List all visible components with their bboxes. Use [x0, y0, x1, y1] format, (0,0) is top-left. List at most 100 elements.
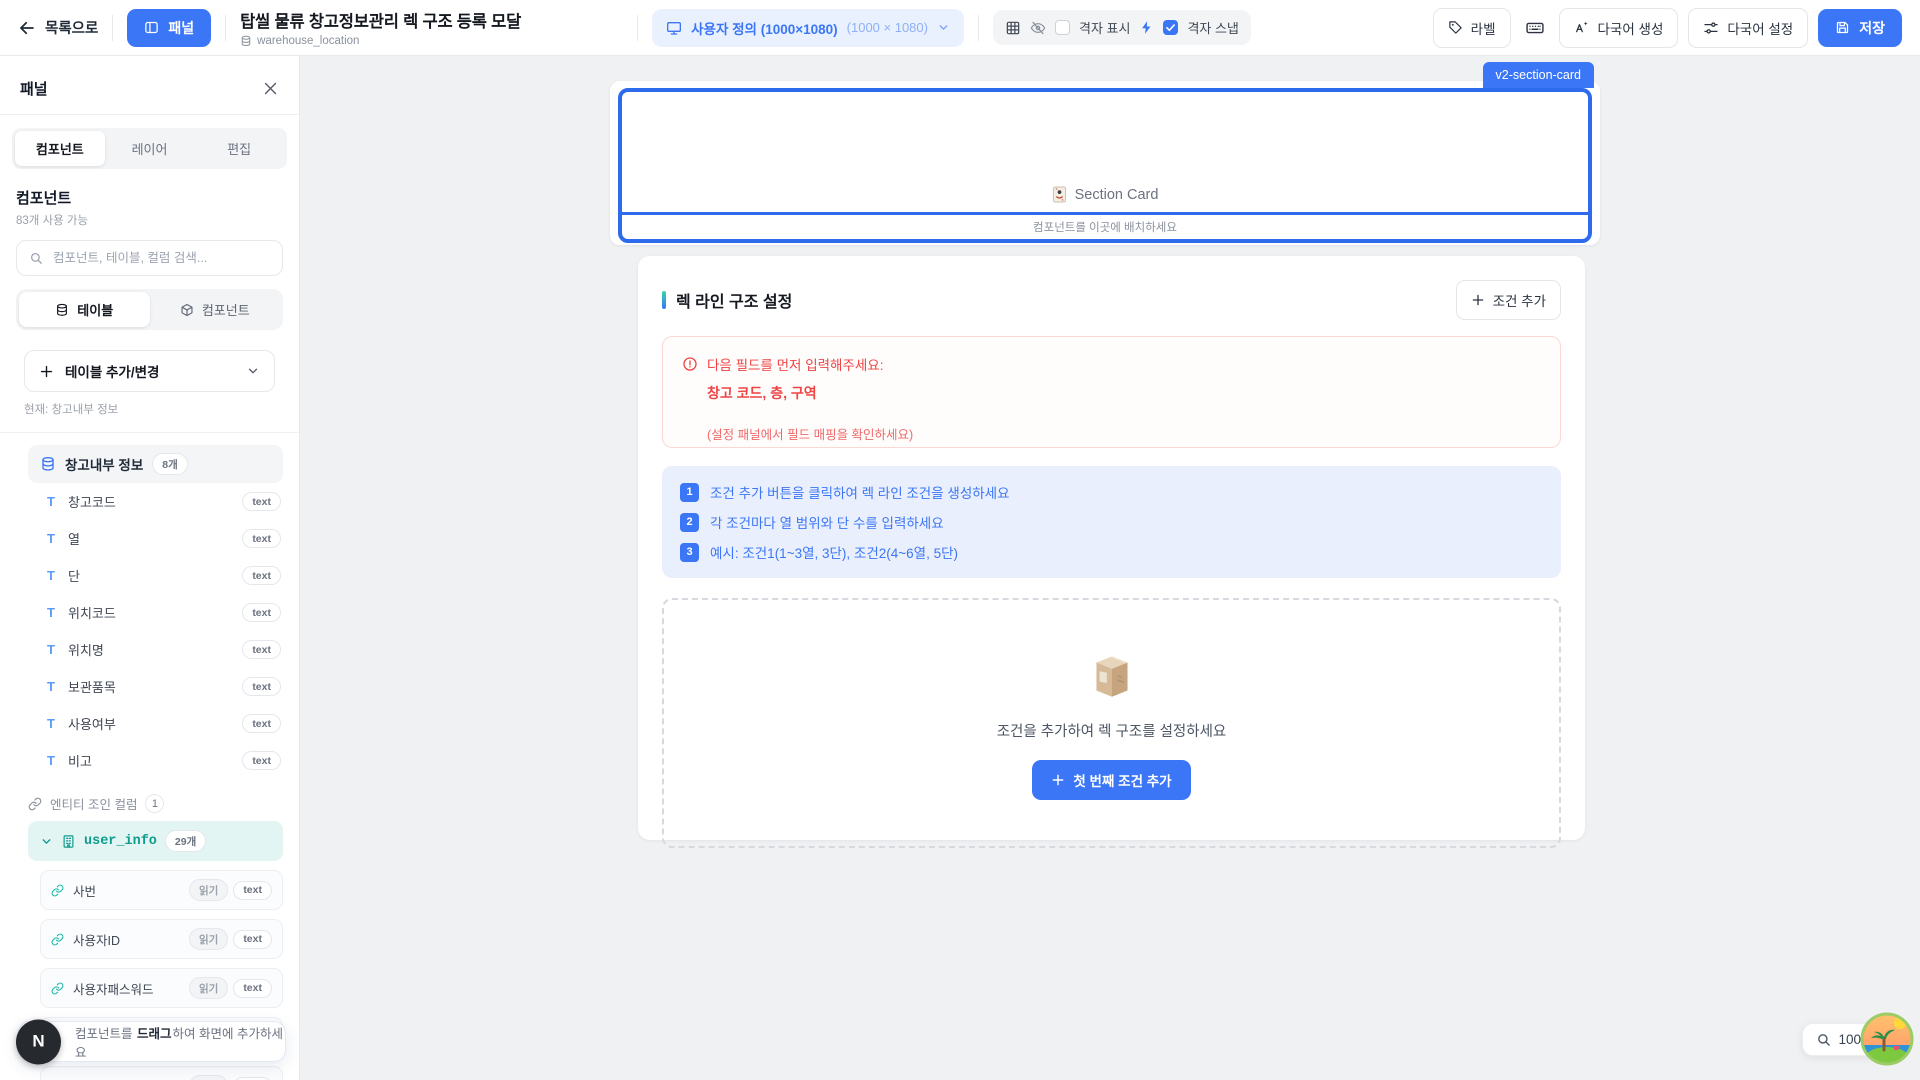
current-table-label: 현재: 창고내부 정보 [24, 401, 275, 417]
section-card-body[interactable]: Section Card [622, 92, 1588, 212]
toggle-tables[interactable]: 테이블 [19, 292, 150, 327]
warning-required-fields: 창고 코드, 층, 구역 [707, 383, 1541, 403]
empty-state-message: 조건을 추가하여 렉 구조를 설정하세요 [997, 720, 1227, 741]
island-helper-icon[interactable] [1860, 1012, 1914, 1066]
accent-bar [662, 291, 666, 309]
text-field-icon: T [44, 642, 58, 657]
chevron-down-icon [937, 21, 950, 34]
field-type-badge: text [233, 1077, 272, 1080]
components-section-header: 컴포넌트 83개 사용 가능 [0, 169, 299, 228]
package-icon [180, 303, 194, 317]
field-type-badge: text [242, 751, 281, 770]
text-field-icon: T [44, 716, 58, 731]
join-field-item[interactable]: 사번 읽기text [40, 870, 283, 910]
search-input[interactable] [51, 250, 270, 266]
field-type-badge: text [242, 640, 281, 659]
save-button[interactable]: 저장 [1818, 9, 1902, 47]
join-field-item[interactable]: 사용자패스워드 읽기text [40, 968, 283, 1008]
field-type-badge: text [242, 603, 281, 622]
section-card-component[interactable]: v2-section-card Section Card 컴포넌트를 이곳에 배… [610, 81, 1600, 245]
divider [637, 15, 638, 41]
text-field-icon: T [44, 531, 58, 546]
design-canvas[interactable]: v2-section-card Section Card 컴포넌트를 이곳에 배… [300, 56, 1920, 1080]
divider [978, 15, 979, 41]
source-toggle: 테이블 컴포넌트 [16, 289, 283, 330]
field-type-badge: text [242, 529, 281, 548]
step-number-badge: 2 [680, 513, 699, 532]
access-badge: 읽기 [189, 928, 228, 950]
viewport-size-value: (1000 × 1080) [847, 20, 928, 35]
grid-show-checkbox[interactable] [1055, 20, 1070, 35]
rack-card-title: 렉 라인 구조 설정 [676, 288, 792, 312]
instruction-steps: 1 조건 추가 버튼을 클릭하여 렉 라인 조건을 생성하세요 2 각 조건마다… [662, 466, 1561, 578]
add-condition-button[interactable]: 조건 추가 [1456, 280, 1561, 320]
close-icon[interactable] [262, 80, 279, 97]
selection-outline: Section Card 컴포넌트를 이곳에 배치하세요 [618, 88, 1592, 243]
table-name: 창고내부 정보 [65, 454, 143, 474]
field-item[interactable]: T비고text [28, 742, 283, 779]
text-field-icon: T [44, 568, 58, 583]
add-change-table-button[interactable]: 테이블 추가/변경 [24, 350, 275, 392]
divider [0, 432, 299, 433]
join-table-user-info[interactable]: user_info 29개 [28, 821, 283, 861]
access-badge: 읽기 [189, 879, 228, 901]
tab-components[interactable]: 컴포넌트 [15, 131, 105, 166]
tab-edit[interactable]: 편집 [194, 131, 284, 166]
i18n-generate-button[interactable]: 다국어 생성 [1559, 8, 1679, 48]
warning-hint: (설정 패널에서 필드 매핑을 확인하세요) [707, 424, 1541, 443]
component-drop-zone[interactable]: 컴포넌트를 이곳에 배치하세요 [622, 212, 1588, 239]
chevron-down-icon [246, 364, 260, 378]
link-icon [51, 884, 64, 897]
building-icon [61, 834, 76, 849]
tag-icon [1448, 20, 1463, 35]
keyboard-shortcuts-button[interactable] [1521, 14, 1549, 42]
grid-snap-checkbox[interactable] [1163, 20, 1178, 35]
chevron-down-icon [40, 835, 53, 848]
text-field-icon: T [44, 605, 58, 620]
text-field-icon: T [44, 753, 58, 768]
grid-show-label: 격자 표시 [1079, 18, 1130, 37]
field-item[interactable]: T위치코드text [28, 594, 283, 631]
field-item[interactable]: T사용여부text [28, 705, 283, 742]
alert-circle-icon [682, 356, 698, 372]
database-icon [40, 456, 56, 472]
step-number-badge: 1 [680, 483, 699, 502]
grid-snap-label: 격자 스냅 [1187, 18, 1238, 37]
field-type-badge: text [242, 677, 281, 696]
panel-sidebar: 패널 컴포넌트 레이어 편집 컴포넌트 83개 사용 가능 테이블 컴포넌트 테… [0, 56, 300, 1080]
back-label: 목록으로 [45, 17, 98, 38]
selection-badge: v2-section-card [1483, 62, 1594, 88]
field-item[interactable]: T보관품목text [28, 668, 283, 705]
panel-toggle-button[interactable]: 패널 [127, 9, 211, 47]
field-item[interactable]: T단text [28, 557, 283, 594]
field-type-badge: text [233, 979, 272, 998]
tab-layers[interactable]: 레이어 [105, 131, 195, 166]
lightning-icon [1139, 20, 1154, 35]
save-icon [1835, 20, 1850, 35]
field-item[interactable]: T창고코드text [28, 483, 283, 520]
field-item[interactable]: T열text [28, 520, 283, 557]
keyboard-icon [1525, 18, 1545, 38]
table-group-header[interactable]: 창고내부 정보 8개 [28, 445, 283, 483]
search-icon [29, 251, 43, 265]
components-title: 컴포넌트 [16, 187, 283, 208]
translate-icon [1574, 20, 1590, 36]
i18n-settings-button[interactable]: 다국어 설정 [1688, 8, 1808, 48]
join-field-item[interactable]: 사용자ID 읽기text [40, 919, 283, 959]
join-field-item[interactable]: 사용자 영어 이름 읽기text [40, 1066, 283, 1080]
field-item[interactable]: T위치명text [28, 631, 283, 668]
add-first-condition-button[interactable]: 첫 번째 조건 추가 [1032, 760, 1190, 800]
viewport-size-selector[interactable]: 사용자 정의 (1000×1080) (1000 × 1080) [652, 9, 964, 47]
toggle-components[interactable]: 컴포넌트 [150, 292, 281, 327]
package-box-icon [1083, 647, 1141, 705]
database-icon [240, 35, 252, 47]
link-icon [28, 797, 42, 811]
sidebar-header: 패널 [0, 56, 299, 115]
app-logo: N [16, 1019, 61, 1064]
required-fields-warning: 다음 필드를 먼저 입력해주세요: 창고 코드, 층, 구역 (설정 패널에서 … [662, 336, 1561, 448]
text-field-icon: T [44, 679, 58, 694]
table-count-badge: 8개 [152, 453, 188, 475]
back-to-list-button[interactable]: 목록으로 [18, 17, 98, 38]
rack-line-config-card: 렉 라인 구조 설정 조건 추가 다음 필드를 먼저 입력해주세요: 창고 코드… [638, 256, 1585, 840]
label-button[interactable]: 라벨 [1433, 8, 1511, 48]
